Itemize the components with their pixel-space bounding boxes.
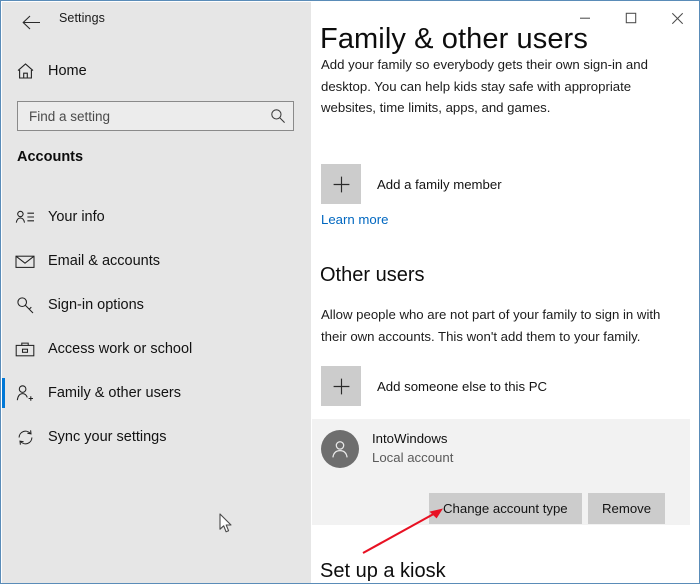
home-icon [2,62,48,80]
learn-more-link[interactable]: Learn more [321,212,388,227]
back-arrow-icon[interactable] [15,8,47,36]
change-account-type-button[interactable]: Change account type [429,493,582,524]
sidebar-item-label-home: Home [48,63,87,79]
sidebar-item-signin-options[interactable]: Sign-in options [2,283,311,327]
close-button[interactable] [654,2,699,34]
search-input[interactable] [18,103,263,129]
selection-indicator [2,290,5,320]
selection-indicator [2,334,5,364]
sidebar-item-family-other-users[interactable]: Family & other users [2,371,311,415]
sidebar-item-label: Family & other users [48,385,181,401]
add-someone-else-label: Add someone else to this PC [377,378,548,394]
briefcase-icon [2,341,48,358]
other-users-description: Allow people who are not part of your fa… [321,307,661,344]
sidebar-item-home[interactable]: Home [2,54,311,88]
sidebar-nav-list: Your info Email & accounts Sign-in optio… [2,195,311,459]
selection-indicator [2,378,5,408]
page-title: Family & other users [320,20,594,58]
plus-icon [321,164,361,204]
app-title: Settings [59,11,105,25]
sidebar-item-access-work-school[interactable]: Access work or school [2,327,311,371]
family-intro-text: Add your family so everybody gets their … [321,57,648,115]
mouse-pointer-icon [219,513,235,535]
add-family-member-button[interactable]: Add a family member [321,164,502,204]
sidebar-item-email-accounts[interactable]: Email & accounts [2,239,311,283]
sidebar-item-label: Sync your settings [48,429,167,445]
settings-window: Settings Home Accounts [0,0,700,584]
envelope-icon [2,254,48,269]
person-icon [321,430,359,468]
add-person-icon [2,384,48,403]
selection-indicator [2,202,5,232]
sidebar-item-label: Your info [48,209,105,225]
sidebar-titlebar: Settings [2,2,311,42]
sidebar-item-label: Email & accounts [48,253,161,269]
sync-icon [2,428,48,447]
selection-indicator [2,422,5,452]
maximize-button[interactable] [608,2,654,34]
sidebar-item-your-info[interactable]: Your info [2,195,311,239]
add-someone-else-button[interactable]: Add someone else to this PC [321,366,547,406]
sidebar-item-label: Access work or school [48,341,193,357]
remove-account-button[interactable]: Remove [588,493,666,524]
contact-card-icon [2,209,48,225]
add-family-member-label: Add a family member [377,176,502,192]
account-name: IntoWindows [372,431,448,446]
user-account-card[interactable]: IntoWindows Local account Change account… [312,419,690,525]
selection-indicator [2,246,5,276]
sidebar-item-sync-your-settings[interactable]: Sync your settings [2,415,311,459]
sidebar-item-label: Sign-in options [48,297,144,313]
search-icon[interactable] [263,108,293,124]
account-type-label: Local account [372,450,454,465]
kiosk-heading: Set up a kiosk [320,560,446,582]
sidebar-section-header: Accounts [17,149,84,165]
sidebar: Settings Home Accounts [2,2,311,583]
key-icon [2,296,48,315]
search-box[interactable] [17,101,294,131]
other-users-heading: Other users [320,264,425,286]
plus-icon [321,366,361,406]
main-content: Add your family so everybody gets their … [311,2,699,583]
